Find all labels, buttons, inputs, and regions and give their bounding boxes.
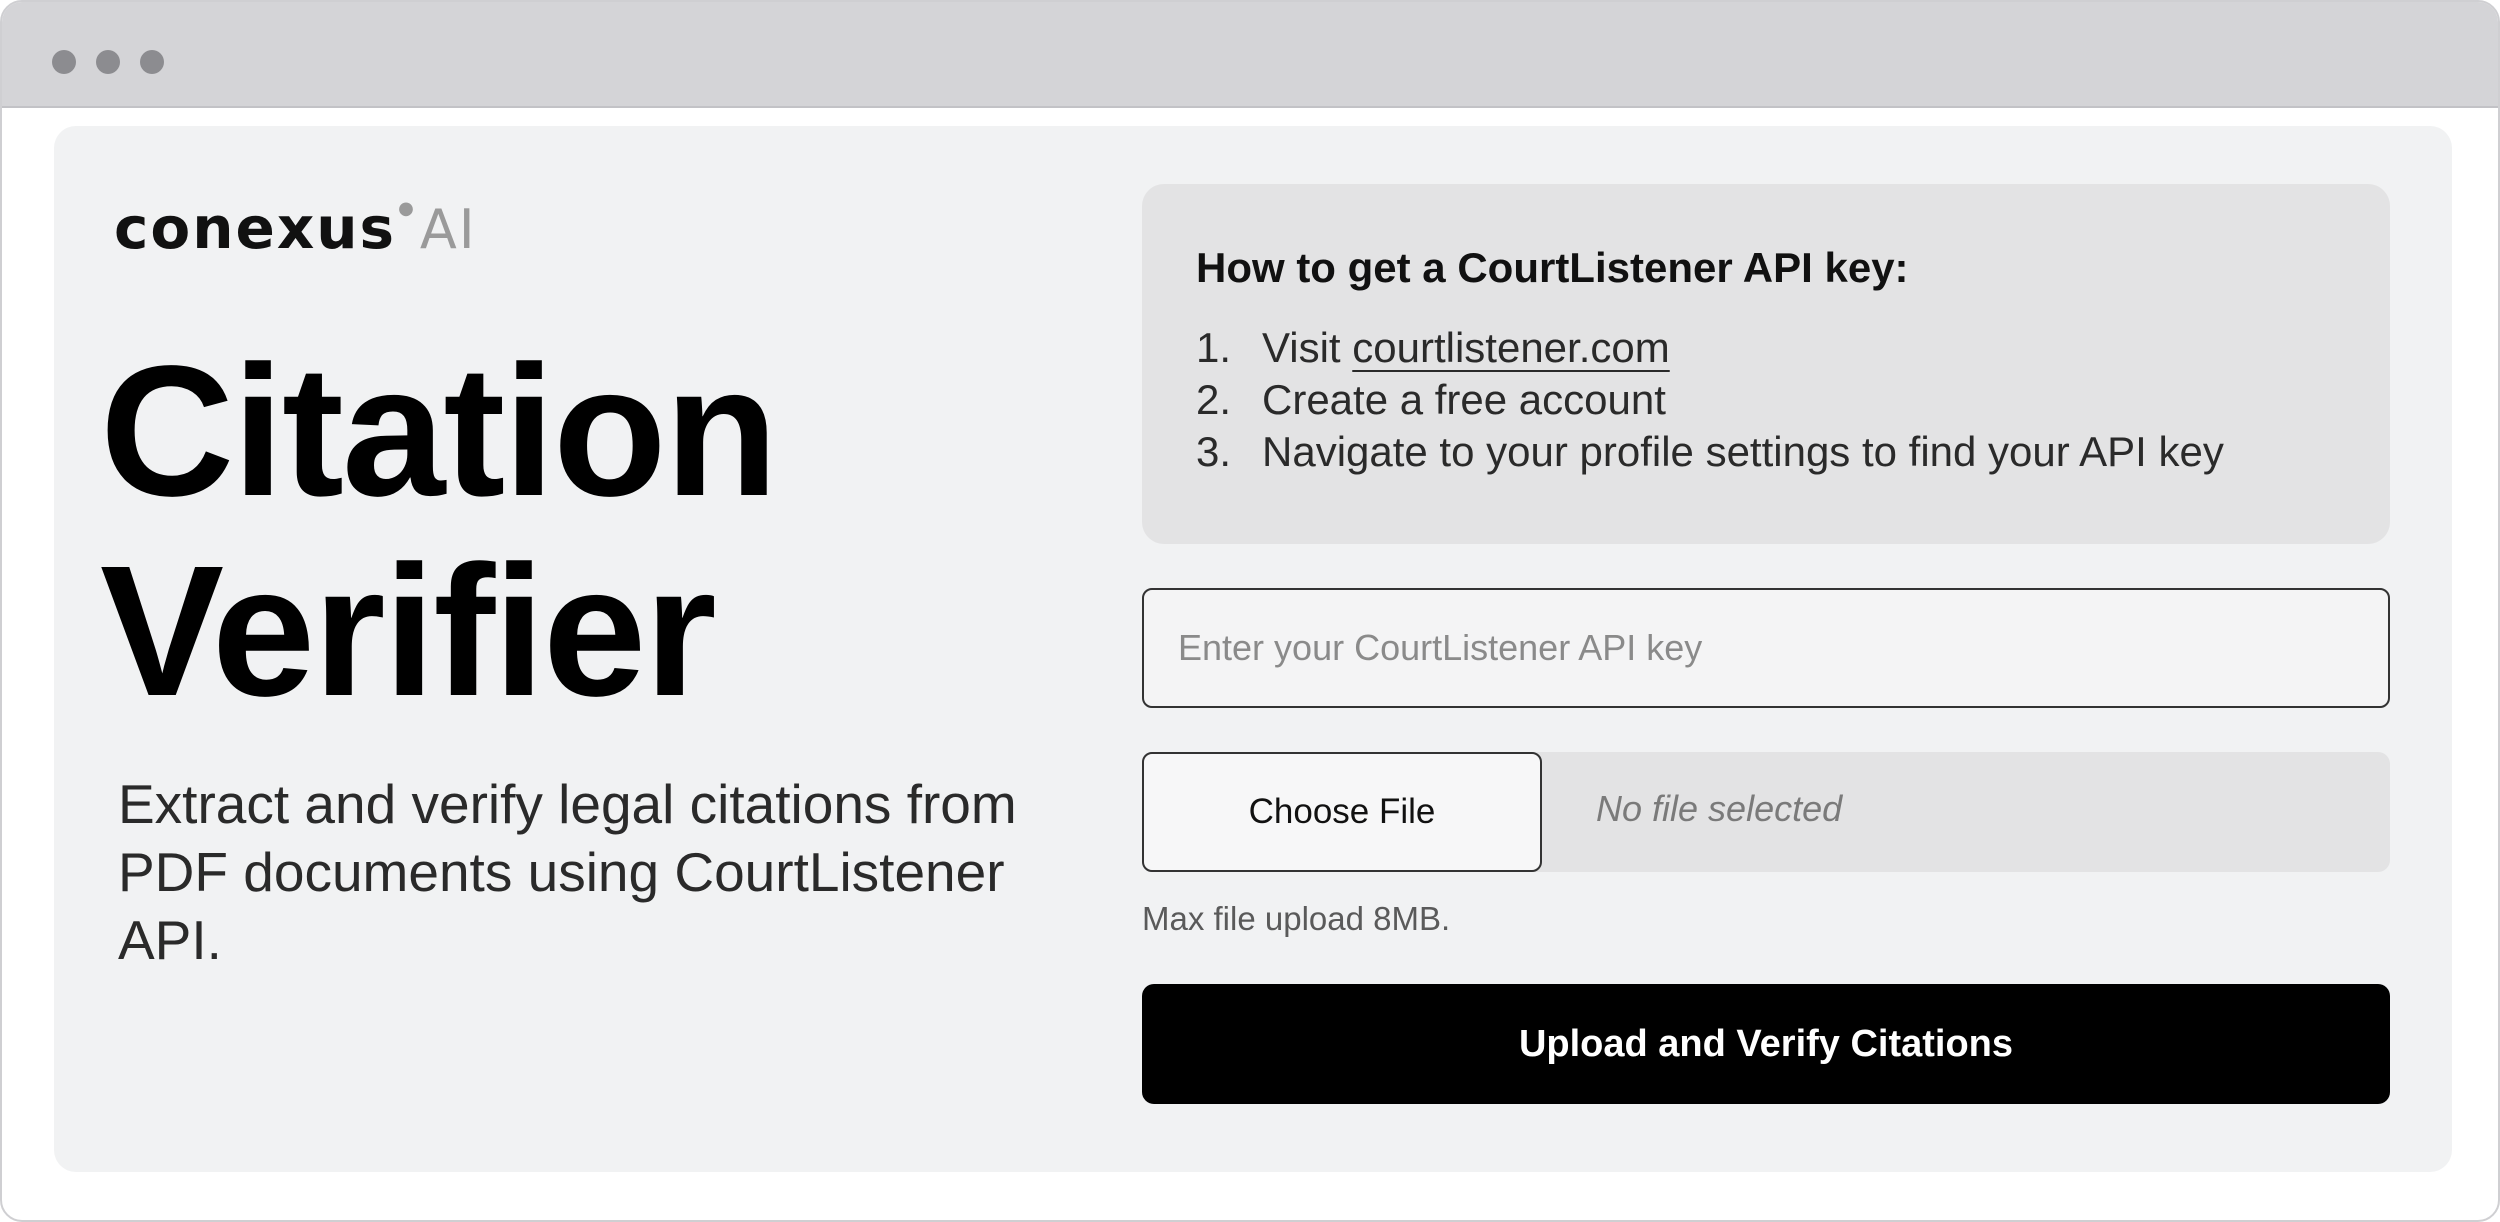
logo-dot-icon: ● [398, 198, 416, 219]
step-number: 2. [1196, 376, 1232, 423]
max-upload-note: Max file upload 8MB. [1142, 900, 1451, 937]
page-title: Citation Verifier [100, 332, 1000, 732]
page-title-line-2: Verifier [100, 528, 717, 735]
step-prefix: Visit [1262, 324, 1341, 371]
window-titlebar [2, 2, 2498, 108]
instruction-step: 3. Navigate to your profile settings to … [1196, 426, 2224, 478]
browser-window: conexus ● AI Citation Verifier Extract a… [0, 0, 2500, 1222]
window-control-dot-icon[interactable] [96, 50, 120, 74]
brand-logo: conexus ● AI [114, 194, 477, 262]
step-text: Navigate to your profile settings to fin… [1262, 428, 2224, 475]
courtlistener-link[interactable]: courtlistener.com [1352, 322, 1669, 374]
api-key-input[interactable] [1142, 588, 2390, 708]
step-number: 3. [1196, 428, 1232, 475]
logo-suffix: AI [419, 198, 477, 261]
file-status-text: No file selected [1596, 788, 1843, 829]
upload-verify-button[interactable]: Upload and Verify Citations [1142, 984, 2390, 1104]
page-subtitle: Extract and verify legal citations from … [118, 773, 1017, 971]
file-upload-field: Choose File No file selected [1142, 752, 2390, 872]
logo-word: conexus [114, 194, 397, 262]
window-control-dot-icon[interactable] [52, 50, 76, 74]
instructions-heading: How to get a CourtListener API key: [1196, 244, 1909, 291]
page-title-line-1: Citation [100, 328, 778, 535]
instruction-step: 2. Create a free account [1196, 374, 2224, 426]
step-number: 1. [1196, 324, 1232, 371]
step-text: Create a free account [1262, 376, 1666, 423]
instruction-step: 1. Visit courtlistener.com [1196, 322, 2224, 374]
instructions-steps: 1. Visit courtlistener.com 2. Create a f… [1196, 322, 2224, 478]
api-key-instructions: How to get a CourtListener API key: 1. V… [1142, 184, 2390, 544]
choose-file-button[interactable]: Choose File [1142, 752, 1542, 872]
window-control-dot-icon[interactable] [140, 50, 164, 74]
